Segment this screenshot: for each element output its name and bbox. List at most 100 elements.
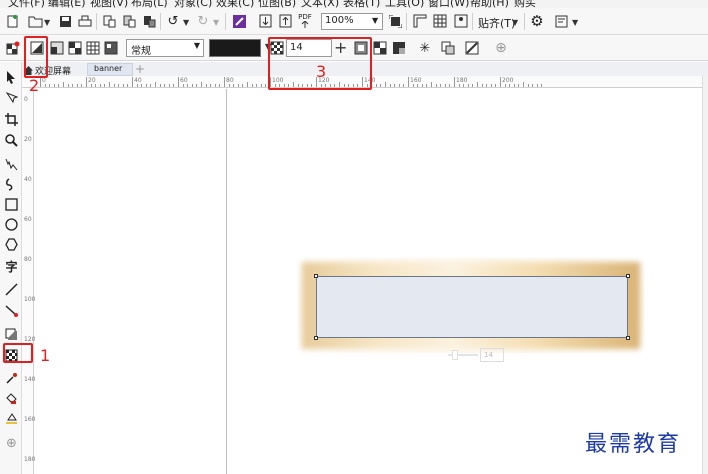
two-color-transparency-icon[interactable]	[84, 39, 102, 57]
menu-item[interactable]: 窗口(W)	[428, 0, 469, 8]
ruler-tick	[155, 82, 156, 87]
rectangle-tool-icon[interactable]	[3, 196, 20, 213]
eyedropper-tool-icon[interactable]	[3, 370, 20, 387]
menu-item[interactable]: 编辑(E)	[48, 0, 86, 8]
menu-item[interactable]: 工具(O)	[385, 0, 424, 8]
menu-item[interactable]: 购买	[514, 0, 536, 8]
open-folder-icon[interactable]	[26, 12, 44, 30]
ruler-tick	[58, 84, 60, 87]
artistic-media-tool-icon[interactable]	[3, 176, 20, 193]
add-tool-plus-icon[interactable]: ⊕	[3, 435, 20, 452]
menu-item[interactable]: 文本(X)	[301, 0, 339, 8]
chevron-down-icon[interactable]: ▼	[44, 18, 50, 27]
smart-fill-tool-icon[interactable]	[3, 410, 20, 427]
app-launcher-icon[interactable]	[552, 12, 570, 30]
pick-tool-icon[interactable]	[3, 68, 20, 85]
selection-handle[interactable]	[626, 274, 630, 278]
ruler-tick	[426, 84, 428, 87]
ruler-tick	[500, 77, 501, 87]
vertical-ruler[interactable]: 0 20 40 60 80 100 120 140 160 180	[22, 88, 36, 474]
add-tab-icon[interactable]: +	[135, 62, 145, 76]
undo-dropdown-icon[interactable]: ▼	[183, 18, 189, 27]
save-icon[interactable]	[56, 12, 74, 30]
polygon-tool-icon[interactable]	[3, 236, 20, 253]
apply-all-transparency-icon[interactable]	[390, 39, 408, 57]
new-document-icon[interactable]	[4, 12, 22, 30]
interactive-fill-tool-icon[interactable]	[3, 390, 20, 407]
ruler-tick	[109, 82, 110, 87]
launcher-dropdown-icon[interactable]: ▼	[572, 18, 578, 27]
import-arrow-icon[interactable]	[256, 12, 274, 30]
menu-item[interactable]: 表格(T)	[343, 0, 380, 8]
apply-outline-transparency-icon[interactable]	[371, 39, 389, 57]
export-icon[interactable]	[120, 12, 138, 30]
pattern-transparency-icon[interactable]	[66, 39, 84, 57]
ruler-tick	[398, 84, 400, 87]
menu-item[interactable]: 视图(V)	[90, 0, 128, 8]
ruler-label: 120	[24, 336, 36, 343]
menu-item[interactable]: 位图(B)	[258, 0, 296, 8]
transparency-color-picker[interactable]: ▼	[209, 39, 271, 57]
fountain-transparency-icon[interactable]	[48, 39, 66, 57]
text-tool-icon[interactable]: 字	[3, 258, 20, 275]
ruler-tick	[265, 84, 267, 87]
shape-tool-icon[interactable]	[3, 89, 20, 106]
import-icon[interactable]	[100, 12, 118, 30]
merge-mode-select[interactable]: 常规 ▼	[126, 39, 204, 57]
snap-dropdown-icon[interactable]: ▼	[512, 18, 518, 27]
menu-item[interactable]: 文件(F)	[8, 0, 45, 8]
drop-shadow-tool-icon[interactable]	[3, 326, 20, 343]
crop-tool-icon[interactable]	[3, 111, 20, 128]
add-tool-icon[interactable]: ⊕	[492, 39, 510, 57]
ellipse-tool-icon[interactable]	[3, 216, 20, 233]
floating-transparency-value[interactable]: 14	[480, 348, 504, 362]
rulers-icon[interactable]	[411, 12, 429, 30]
texture-transparency-icon[interactable]	[102, 39, 120, 57]
ruler-tick	[444, 84, 446, 87]
freeze-transparency-icon[interactable]: ✳	[416, 39, 434, 57]
gear-icon[interactable]: ⚙	[528, 12, 546, 30]
selection-handle[interactable]	[314, 336, 318, 340]
menu-item[interactable]: 布局(L)	[131, 0, 168, 8]
redo-dropdown-icon[interactable]: ▼	[213, 18, 219, 27]
paste-icon[interactable]	[140, 12, 158, 30]
pdf-icon[interactable]: PDF	[296, 12, 314, 30]
full-screen-icon[interactable]	[386, 12, 404, 30]
banner-rectangle[interactable]	[314, 274, 630, 340]
menu-item[interactable]: 对象(C)	[174, 0, 212, 8]
snap-to-menu[interactable]: 贴齐(T)	[478, 15, 515, 31]
page-border	[226, 89, 227, 474]
zoom-tool-icon[interactable]	[3, 132, 20, 149]
annotation-number-1: 1	[40, 346, 51, 365]
copy-transparency-icon[interactable]	[439, 39, 457, 57]
redo-icon[interactable]: ↻	[194, 12, 212, 30]
parallel-dimension-tool-icon[interactable]	[3, 281, 20, 298]
print-icon[interactable]	[76, 12, 94, 30]
grid-icon[interactable]	[431, 12, 449, 30]
selection-handle[interactable]	[314, 274, 318, 278]
undo-icon[interactable]: ↺	[164, 12, 182, 30]
export-arrow-icon[interactable]	[276, 12, 294, 30]
ruler-tick	[495, 84, 497, 87]
ruler-tick	[523, 82, 524, 87]
edit-transparency-node-icon[interactable]	[463, 39, 481, 57]
slider-handle[interactable]	[452, 350, 458, 360]
ruler-tick	[513, 84, 515, 87]
selection-handle[interactable]	[626, 336, 630, 340]
menu-item[interactable]: 效果(C)	[216, 0, 254, 8]
guidelines-icon[interactable]	[452, 12, 470, 30]
search-content-icon[interactable]	[230, 12, 248, 30]
ruler-tick	[440, 84, 442, 87]
ruler-tick	[187, 84, 189, 87]
ruler-tick	[196, 84, 198, 87]
ruler-tick	[454, 77, 455, 87]
menu-item[interactable]: 帮助(H)	[470, 0, 509, 8]
connector-tool-icon[interactable]	[3, 302, 20, 319]
edit-transparency-icon[interactable]	[4, 39, 22, 57]
tab-banner[interactable]: banner	[87, 63, 133, 76]
ruler-label: 200	[502, 77, 514, 84]
transparency-slider[interactable]	[448, 349, 482, 361]
freehand-tool-icon[interactable]	[3, 156, 20, 173]
zoom-dropdown-icon[interactable]: ▼	[372, 16, 378, 25]
vertical-scrollbar[interactable]	[702, 76, 708, 474]
